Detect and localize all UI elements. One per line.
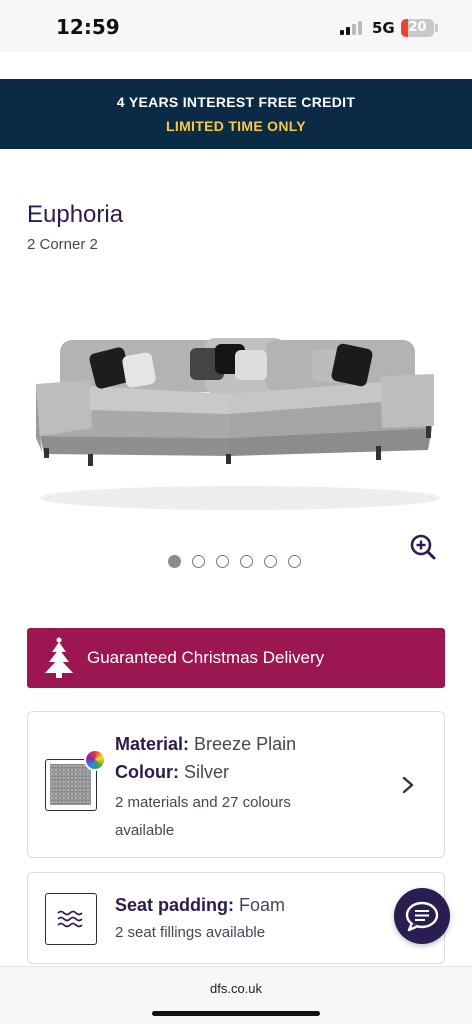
battery-tip: [435, 24, 438, 32]
wave-padding-icon: [45, 893, 97, 945]
carousel-dot[interactable]: [240, 555, 253, 568]
seat-availability: 2 seat fillings available: [115, 924, 266, 941]
home-indicator[interactable]: [152, 1011, 320, 1016]
zoom-in-icon[interactable]: [408, 532, 438, 562]
material-colour-selector[interactable]: Material: Breeze Plain Colour: Silver 2 …: [27, 711, 445, 858]
product-title: Euphoria: [27, 201, 124, 228]
color-wheel-icon: [84, 749, 106, 771]
delivery-label: Guaranteed Christmas Delivery: [87, 648, 325, 667]
image-carousel-dots: [168, 555, 308, 569]
battery-percent: 20: [408, 20, 427, 35]
chevron-right-icon[interactable]: [401, 775, 415, 795]
browser-url-bar[interactable]: dfs.co.uk: [0, 966, 472, 1024]
carousel-dot[interactable]: [168, 555, 181, 568]
status-time: 12:59: [56, 15, 120, 39]
swatch-texture: [50, 764, 91, 805]
seat-padding-label: Seat padding:: [115, 895, 235, 915]
promo-subline: LIMITED TIME ONLY: [166, 118, 306, 134]
network-label: 5G: [372, 19, 395, 37]
colour-label: Colour:: [115, 762, 179, 782]
material-row: Material: Breeze Plain: [115, 734, 296, 755]
seat-padding-selector[interactable]: Seat padding: Foam 2 seat fillings avail…: [27, 872, 445, 964]
colour-row: Colour: Silver: [115, 762, 229, 783]
battery-icon: 20: [401, 19, 434, 37]
url-text: dfs.co.uk: [209, 981, 263, 996]
carousel-dot[interactable]: [192, 555, 205, 568]
seat-padding-value: Foam: [239, 895, 286, 915]
material-availability: 2 materials and 27 colours available: [115, 794, 291, 839]
product-image[interactable]: [30, 318, 445, 518]
chat-icon: [405, 901, 439, 932]
promo-banner[interactable]: 4 YEARS INTEREST FREE CREDIT LIMITED TIM…: [0, 79, 472, 149]
material-value: Breeze Plain: [194, 734, 297, 754]
product-subtitle: 2 Corner 2: [27, 236, 98, 253]
carousel-dot[interactable]: [288, 555, 301, 568]
christmas-tree-icon: [45, 637, 73, 678]
status-bar: 12:59 5G 20: [0, 0, 472, 52]
christmas-delivery-banner[interactable]: Guaranteed Christmas Delivery: [27, 628, 445, 688]
seat-padding-row: Seat padding: Foam: [115, 895, 285, 916]
signal-icon: [340, 21, 366, 35]
promo-headline: 4 YEARS INTEREST FREE CREDIT: [116, 94, 356, 110]
material-label: Material:: [115, 734, 190, 754]
colour-value: Silver: [184, 762, 230, 782]
carousel-dot[interactable]: [216, 555, 229, 568]
carousel-dot[interactable]: [264, 555, 277, 568]
chat-button[interactable]: [394, 888, 450, 944]
